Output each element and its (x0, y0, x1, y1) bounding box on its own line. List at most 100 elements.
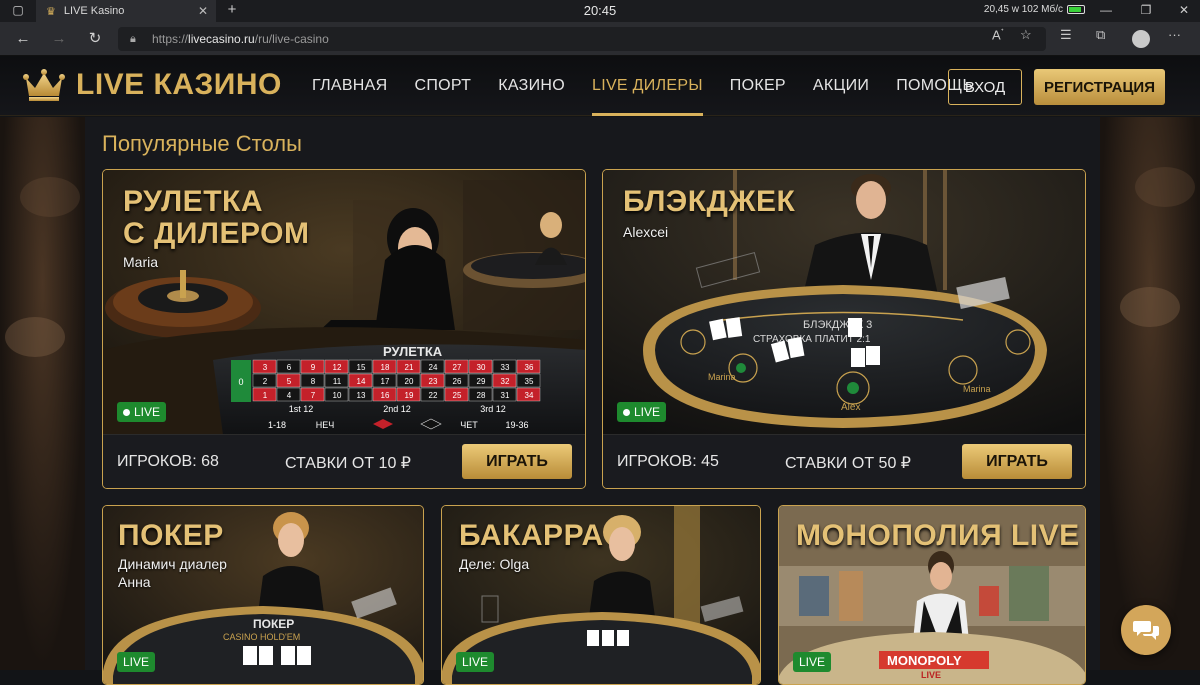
favorites-icon[interactable]: ☰ (1060, 27, 1072, 43)
game-card-blackjack[interactable]: БЛЭКДЖЕК 3 СТРАХОВКА ПЛАТИТ 2:1 Marina A… (602, 169, 1086, 489)
battery-icon (1067, 5, 1085, 14)
table-text-roulette: РУЛЕТКА (383, 344, 443, 359)
roulette-number-label: 21 (405, 363, 414, 372)
reload-icon[interactable]: ↻ (86, 30, 104, 48)
crown-icon (23, 69, 65, 101)
roulette-outside-bet-label: 19-36 (505, 420, 528, 430)
seat-label-2: Alex (841, 402, 860, 413)
nav-item-casino[interactable]: КАЗИНО (498, 56, 565, 116)
roulette-number-label: 8 (311, 377, 316, 386)
roulette-zero-label: 0 (238, 377, 243, 387)
roulette-number-label: 23 (429, 377, 438, 386)
roulette-number-label: 10 (333, 391, 342, 400)
game-card-baccarat[interactable]: БАКАРРА Деле: Olga LIVE (441, 505, 761, 685)
roulette-dozen-label: 2nd 12 (383, 404, 411, 414)
table-text-poker: ПОКЕР (253, 617, 294, 631)
live-badge-label: LIVE (134, 405, 161, 419)
site-logo[interactable]: LIVE КАЗИНО (22, 68, 282, 102)
players-count: ИГРОКОВ: 68 (117, 453, 219, 470)
login-button[interactable]: ВХОД (948, 69, 1022, 105)
nav-item-home[interactable]: ГЛАВНАЯ (312, 56, 388, 116)
roulette-number-label: 5 (287, 377, 292, 386)
minimize-icon[interactable]: — (1098, 2, 1114, 18)
roulette-number-label: 16 (381, 391, 390, 400)
roulette-number-label: 31 (501, 391, 510, 400)
card-title: БАКАРРА (459, 519, 604, 552)
dealer-name: Деле: Olga (459, 556, 530, 572)
roulette-number-label: 9 (311, 363, 316, 372)
roulette-number-label: 1 (263, 391, 268, 400)
nav-item-promotions[interactable]: АКЦИИ (813, 56, 869, 116)
url-host: livecasino.ru (188, 32, 255, 46)
roulette-number-label: 33 (501, 363, 510, 372)
close-window-icon[interactable]: ✕ (1176, 2, 1192, 18)
players-count: ИГРОКОВ: 45 (617, 453, 719, 470)
roulette-number-label: 12 (333, 363, 342, 372)
register-button[interactable]: РЕГИСТРАЦИЯ (1034, 69, 1165, 105)
nav-item-live-dealers[interactable]: LIVE ДИЛЕРЫ (592, 56, 703, 116)
roulette-number-label: 27 (453, 363, 462, 372)
more-icon[interactable]: ··· (1168, 27, 1181, 42)
play-button[interactable]: ИГРАТЬ (962, 444, 1072, 479)
roulette-number-label: 22 (429, 391, 438, 400)
roulette-number-label: 25 (453, 391, 462, 400)
live-badge: LIVE (456, 652, 495, 672)
collections-icon[interactable]: ⧉ (1096, 27, 1105, 43)
roulette-number-label: 4 (287, 391, 292, 400)
chat-icon (1133, 621, 1159, 640)
game-card-roulette[interactable]: 0 3 6 9 12 15 18 21 24 27 30 33 36 2 5 8 11 14 17 20 23 26 29 3… (102, 169, 586, 489)
live-badge-label: LIVE (462, 655, 489, 669)
live-badge-label: LIVE (123, 655, 150, 669)
roulette-number-label: 28 (477, 391, 486, 400)
roulette-number-label: 20 (405, 377, 414, 386)
card-footer: ИГРОКОВ: 45 СТАВКИ ОТ 50 ₽ ИГРАТЬ (603, 434, 1085, 488)
back-icon[interactable]: ← (14, 30, 32, 48)
address-bar[interactable]: 🔒︎ https://livecasino.ru/ru/live-casino (118, 27, 1046, 51)
forward-icon[interactable]: → (50, 30, 68, 48)
roulette-number-label: 7 (311, 391, 316, 400)
chat-button[interactable] (1121, 605, 1171, 655)
nav-item-poker[interactable]: ПОКЕР (730, 56, 786, 116)
nav-item-sport[interactable]: СПОРТ (415, 56, 472, 116)
roulette-outside-bet-label: 1-18 (268, 420, 286, 430)
favorite-icon[interactable]: ☆ (1020, 27, 1032, 43)
seat-label-1: Marina (708, 372, 736, 382)
game-card-poker[interactable]: ПОКЕР CASINO HOLD'EM ПОКЕР Динамич диале… (102, 505, 424, 685)
roulette-number-label: 35 (525, 377, 534, 386)
game-card-monopoly[interactable]: MONOPOLY LIVE МОНОПОЛИЯ LIVE LIVE (778, 505, 1086, 685)
roulette-number-label: 36 (525, 363, 534, 372)
card-title: МОНОПОЛИЯ LIVE (796, 519, 1080, 552)
browser-toolbar: ← → ↻ 🔒︎ https://livecasino.ru/ru/live-c… (0, 22, 1200, 56)
live-dot-icon (623, 408, 630, 416)
roulette-number-label: 6 (287, 363, 292, 372)
profile-avatar[interactable] (1132, 30, 1150, 48)
main-content: Популярные Столы 0 3 6 9 12 15 18 21 24 … (85, 117, 1100, 685)
seat-label-3: Marina (963, 384, 991, 394)
live-badge: LIVE (617, 402, 667, 422)
restore-icon[interactable]: ❐ (1138, 2, 1154, 18)
dealer-name: Alexcei (623, 224, 669, 240)
card-title-line-1: РУЛЕТКА (123, 185, 263, 218)
roulette-number-label: 13 (357, 391, 366, 400)
logo-text: LIVE КАЗИНО (76, 68, 282, 101)
live-badge: LIVE (793, 652, 832, 672)
roulette-number-label: 2 (263, 377, 268, 386)
roulette-number-label: 26 (453, 377, 462, 386)
live-badge: LIVE (117, 402, 167, 422)
lock-icon[interactable]: 🔒︎ (130, 27, 136, 51)
read-aloud-icon[interactable]: Aᐩ (992, 27, 1004, 42)
table-text-holdem: CASINO HOLD'EM (223, 632, 300, 642)
live-badge: LIVE (117, 652, 156, 672)
system-info: 20,45 w 102 Mб/c (984, 4, 1085, 15)
roulette-number-label: 18 (381, 363, 390, 372)
roulette-number-label: 15 (357, 363, 366, 372)
main-nav: ГЛАВНАЯ СПОРТ КАЗИНО LIVE ДИЛЕРЫ ПОКЕР А… (312, 56, 973, 116)
system-info-text: 20,45 w 102 Mб/c (983, 4, 1063, 15)
card-title: БЛЭКДЖЕК (623, 185, 796, 218)
play-button[interactable]: ИГРАТЬ (462, 444, 572, 479)
dealer-name-line-1: Динамич диалер (118, 556, 227, 572)
live-badge-label: LIVE (799, 655, 826, 669)
card-title-line-2: С ДИЛЕРОМ (123, 217, 310, 250)
url-path: /ru/live-casino (254, 32, 329, 46)
roulette-number-label: 14 (357, 377, 366, 386)
